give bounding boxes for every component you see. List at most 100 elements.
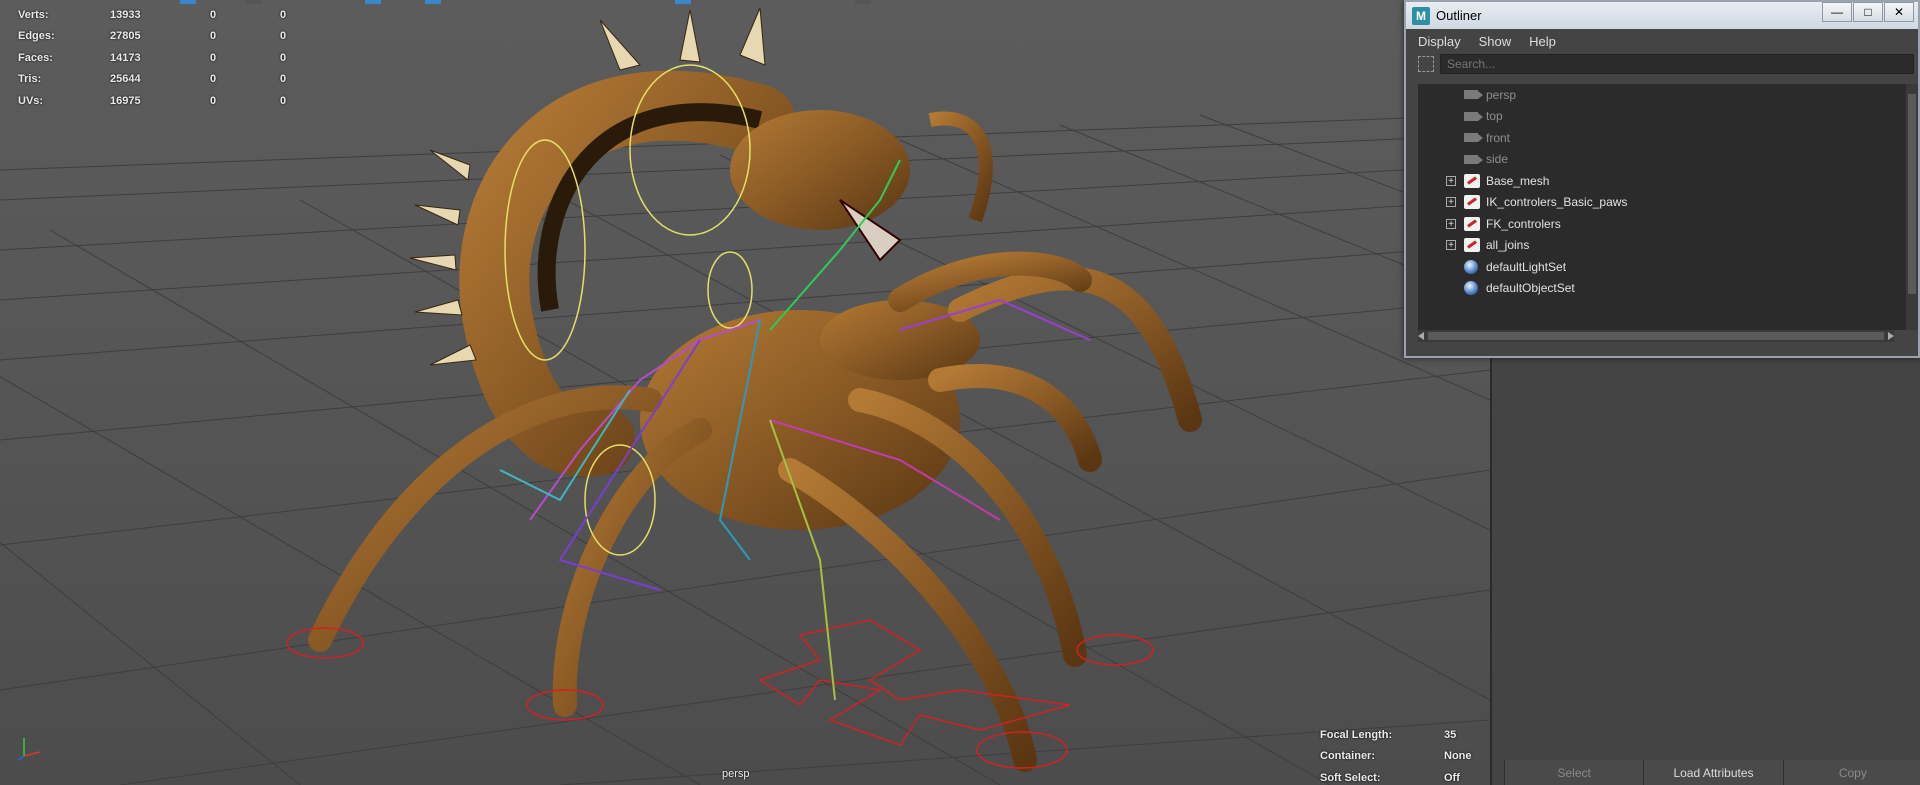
scroll-thumb[interactable] (1428, 332, 1884, 340)
hud-value: 0 (210, 73, 217, 86)
hud-value: 0 (210, 30, 217, 43)
tree-item-ik-controlers[interactable]: + IK_controlers_Basic_paws (1418, 192, 1906, 214)
poly-count-hud: Verts: 13933 0 0 Edges: 27805 0 0 Faces:… (18, 4, 320, 112)
menu-help[interactable]: Help (1529, 34, 1556, 49)
shelf-indicator (425, 0, 441, 4)
maximize-icon[interactable]: □ (1853, 2, 1883, 22)
hud-value: None (1444, 750, 1472, 763)
hud-row-faces: Faces: 14173 0 0 (18, 47, 320, 69)
hud-value: 0 (210, 8, 217, 21)
shelf-indicator (365, 0, 381, 4)
hud-value: 0 (210, 51, 217, 64)
window-title: Outliner (1436, 8, 1482, 23)
hud-value: 16975 (110, 94, 141, 107)
tree-item-all-joins[interactable]: + all_joins (1418, 235, 1906, 257)
tree-item-default-object-set[interactable]: defaultObjectSet (1418, 278, 1906, 300)
tree-item-label: all_joins (1486, 238, 1530, 253)
scroll-thumb[interactable] (1908, 94, 1916, 294)
hud-value: 0 (280, 8, 287, 21)
menu-show[interactable]: Show (1479, 34, 1512, 49)
tree-item-label: defaultObjectSet (1486, 281, 1575, 296)
outliner-titlebar[interactable]: M Outliner — □ ✕ (1406, 2, 1918, 29)
outliner-window: M Outliner — □ ✕ Display Show Help persp… (1404, 0, 1920, 358)
search-input[interactable] (1440, 54, 1914, 74)
tree-item-label: side (1486, 152, 1509, 167)
hud-label: Focal Length: (1320, 728, 1393, 741)
close-icon[interactable]: ✕ (1884, 2, 1914, 22)
camera-icon (1464, 111, 1483, 121)
group-icon (1464, 238, 1480, 253)
hud-row-verts: Verts: 13933 0 0 (18, 4, 320, 26)
minimize-icon[interactable]: — (1822, 2, 1852, 22)
group-icon (1464, 195, 1480, 210)
camera-icon (1464, 154, 1483, 164)
rigged-creature-model[interactable] (0, 0, 1490, 785)
tree-item-persp[interactable]: persp (1418, 84, 1906, 106)
maya-app-icon: M (1412, 6, 1430, 25)
expand-icon[interactable]: + (1446, 218, 1456, 229)
tree-item-base-mesh[interactable]: + Base_mesh (1418, 170, 1906, 192)
filter-icon[interactable] (1418, 56, 1434, 72)
window-controls: — □ ✕ (1821, 2, 1914, 22)
load-attributes-button[interactable]: Load Attributes (1643, 760, 1783, 785)
hud-row-tris: Tris: 25644 0 0 (18, 69, 320, 91)
hud-value: 0 (280, 73, 287, 86)
hud-row-uvs: UVs: 16975 0 0 (18, 90, 320, 112)
select-button[interactable]: Select (1504, 760, 1644, 785)
tree-item-side[interactable]: side (1418, 149, 1906, 171)
hud-row-container: Container: None (1320, 746, 1472, 768)
hud-value: 0 (280, 51, 287, 64)
hud-value: 35 (1444, 728, 1457, 741)
outliner-tree: persp top front side + Base_mesh + IK_co… (1418, 84, 1906, 330)
hud-label: Edges: (18, 30, 55, 43)
hud-value: 0 (210, 94, 217, 107)
tree-item-label: persp (1486, 87, 1517, 102)
hud-label: Tris: (18, 73, 42, 86)
hud-label: Soft Select: (1320, 771, 1381, 784)
hud-value: 0 (280, 30, 287, 43)
scroll-right-icon[interactable] (1888, 332, 1894, 340)
group-icon (1464, 216, 1480, 231)
hud-label: UVs: (18, 94, 44, 107)
hud-label: Verts: (18, 8, 49, 21)
shelf-indicator (855, 0, 871, 4)
menu-display[interactable]: Display (1418, 34, 1461, 49)
hud-value: 27805 (110, 30, 141, 43)
tree-item-label: IK_controlers_Basic_paws (1486, 195, 1628, 210)
tree-item-label: FK_controlers (1486, 216, 1561, 231)
copy-button[interactable]: Copy (1782, 760, 1920, 785)
hud-value: 25644 (110, 73, 141, 86)
hud-value: 13933 (110, 8, 141, 21)
hud-row-edges: Edges: 27805 0 0 (18, 26, 320, 48)
outliner-menubar: Display Show Help (1406, 29, 1918, 53)
hud-value: 14173 (110, 51, 141, 64)
object-set-icon (1464, 259, 1478, 274)
hud-value: Off (1444, 771, 1460, 784)
hud-row-focal-length: Focal Length: 35 (1320, 724, 1472, 746)
attribute-editor-buttons: Select Load Attributes Copy (1504, 760, 1920, 785)
tree-item-fk-controlers[interactable]: + FK_controlers (1418, 213, 1906, 235)
camera-info-hud: Focal Length: 35 Container: None Soft Se… (1320, 724, 1472, 785)
expand-icon[interactable]: + (1446, 240, 1456, 251)
object-set-icon (1464, 281, 1478, 296)
hud-row-soft-select: Soft Select: Off (1320, 767, 1472, 785)
tree-item-label: front (1486, 130, 1511, 145)
camera-name-label: persp (722, 768, 750, 780)
tree-item-front[interactable]: front (1418, 127, 1906, 149)
hud-label: Container: (1320, 750, 1375, 763)
tree-item-default-light-set[interactable]: defaultLightSet (1418, 256, 1906, 278)
tree-item-top[interactable]: top (1418, 106, 1906, 128)
expand-icon[interactable]: + (1446, 197, 1456, 208)
hud-label: Faces: (18, 51, 53, 64)
horizontal-scrollbar[interactable] (1418, 330, 1894, 342)
vertical-scrollbar[interactable] (1906, 84, 1918, 330)
group-icon (1464, 173, 1480, 188)
tree-item-label: defaultLightSet (1486, 259, 1567, 274)
axis-gizmo-icon (17, 738, 41, 761)
shelf-indicator (675, 0, 691, 4)
tree-item-label: Base_mesh (1486, 173, 1550, 188)
3d-viewport[interactable]: Verts: 13933 0 0 Edges: 27805 0 0 Faces:… (0, 0, 1490, 785)
scroll-left-icon[interactable] (1418, 332, 1424, 340)
expand-icon[interactable]: + (1446, 175, 1456, 186)
camera-icon (1464, 90, 1483, 100)
